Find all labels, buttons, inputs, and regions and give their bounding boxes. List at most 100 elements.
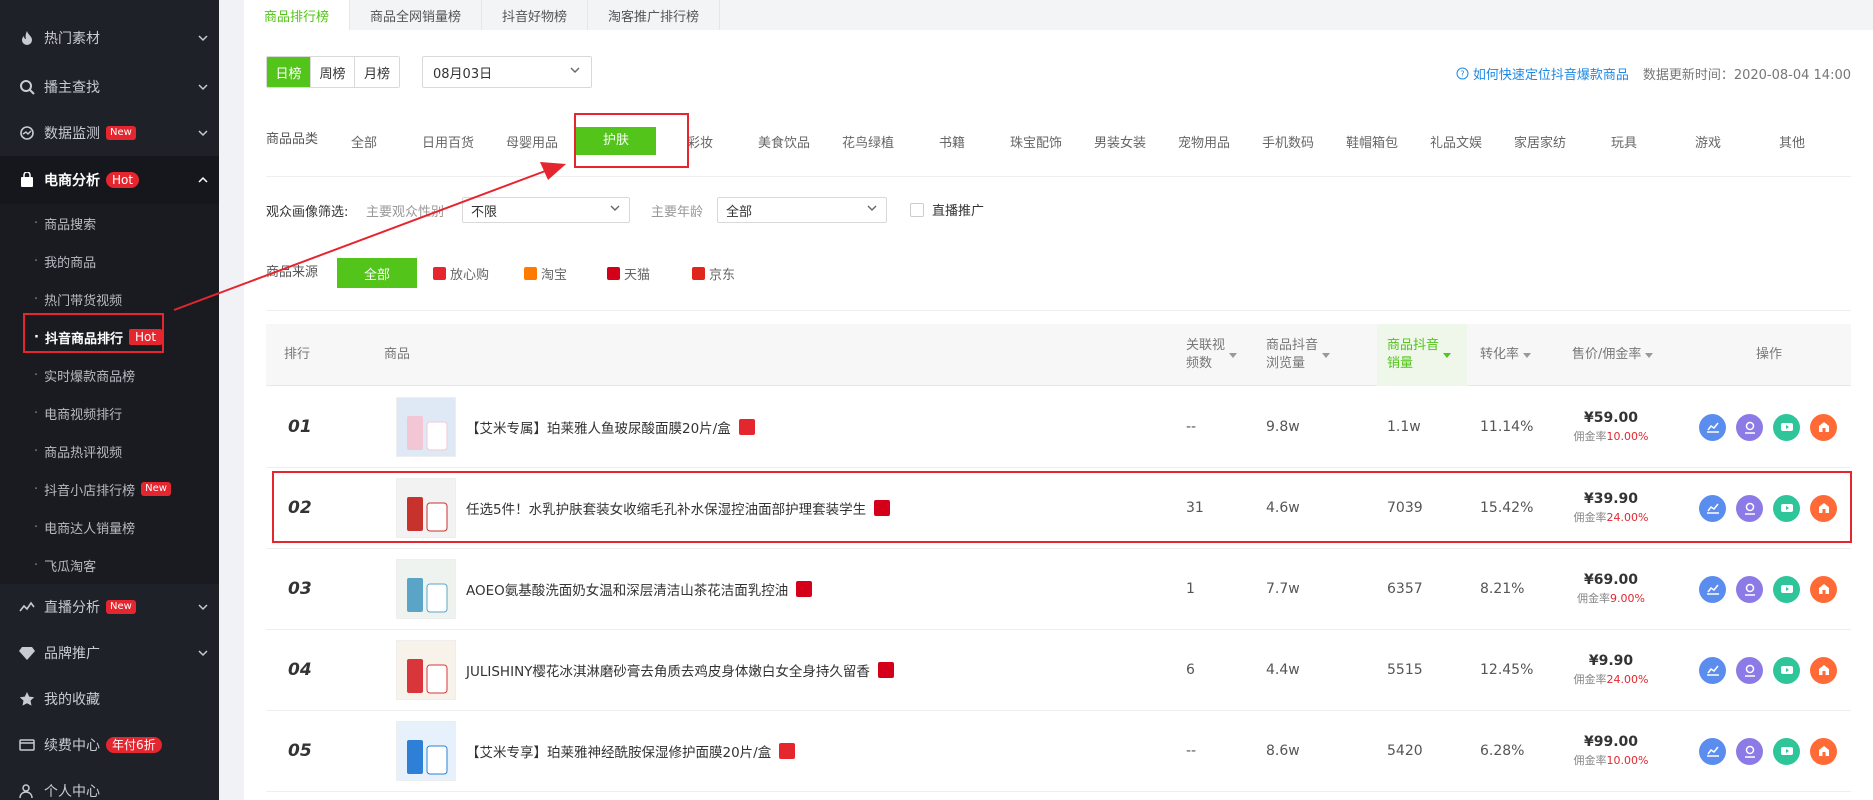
source-taobao[interactable]: 淘宝 (524, 258, 567, 288)
period-daily[interactable]: 日榜 (267, 57, 311, 87)
category-option[interactable]: 彩妆 (658, 132, 742, 151)
tab-product-rank[interactable]: 商品排行榜 (244, 0, 351, 30)
trend-chart-icon[interactable] (1699, 494, 1726, 522)
product-name[interactable]: AOEO氨基酸洗面奶女温和深层清洁山茶花洁面乳控油 (466, 579, 788, 599)
submenu-my-products[interactable]: · 我的商品 (0, 242, 219, 280)
period-monthly[interactable]: 月榜 (355, 57, 399, 87)
sidebar-item-renewal[interactable]: 续费中心 年付6折 (0, 722, 219, 768)
influencer-icon[interactable] (1736, 656, 1763, 684)
live-promo-checkbox[interactable]: 直播推广 (910, 200, 984, 219)
category-option[interactable]: 花鸟绿植 (826, 132, 910, 151)
product-thumbnail[interactable] (396, 397, 456, 457)
category-option[interactable]: 母婴用品 (490, 132, 574, 151)
category-option[interactable]: 男装女装 (1078, 132, 1162, 151)
product-thumbnail[interactable] (396, 559, 456, 619)
shop-detail-icon[interactable] (1810, 737, 1837, 765)
category-option[interactable]: 日用百货 (406, 132, 490, 151)
sidebar-item-brand-promo[interactable]: 品牌推广 (0, 630, 219, 676)
trend-chart-icon[interactable] (1699, 413, 1726, 441)
product-name[interactable]: 【艾米专享】珀莱雅神经酰胺保湿修护面膜20片/盒 (466, 741, 771, 761)
header-videos[interactable]: 关联视 频数 (1186, 324, 1238, 386)
table-row[interactable]: 05 【艾米专享】珀莱雅神经酰胺保湿修护面膜20片/盒 -- 8.6w 5420 6.28… (266, 711, 1851, 792)
category-option[interactable]: 手机数码 (1246, 132, 1330, 151)
trend-chart-icon[interactable] (1699, 575, 1726, 603)
table-row[interactable]: 04 JULISHINY樱花冰淇淋磨砂膏去角质去鸡皮身体嫩白女全身持久留香 6 4.4… (266, 630, 1851, 711)
source-all[interactable]: 全部 (337, 258, 417, 288)
help-link[interactable]: ? 如何快速定位抖音爆款商品 (1456, 64, 1629, 83)
shop-detail-icon[interactable] (1810, 413, 1837, 441)
sidebar-item-label: 播主查找 (44, 80, 100, 96)
gender-select[interactable]: 不限 (462, 197, 630, 223)
tab-taoke-rank[interactable]: 淘客推广排行榜 (588, 0, 721, 30)
shop-detail-icon[interactable] (1810, 494, 1837, 522)
submenu-product-search[interactable]: · 商品搜索 (0, 204, 219, 242)
date-select[interactable]: 08月03日 (422, 56, 592, 88)
table-row[interactable]: 01 【艾米专属】珀莱雅人鱼玻尿酸面膜20片/盒 -- 9.8w 1.1w 11.14% ¥… (266, 387, 1851, 468)
header-price[interactable]: 售价/佣金率 (1572, 324, 1654, 386)
video-icon[interactable] (1773, 737, 1800, 765)
period-weekly[interactable]: 周榜 (311, 57, 355, 87)
influencer-icon[interactable] (1736, 413, 1763, 441)
source-fangxingou[interactable]: 放心购 (433, 258, 489, 288)
category-option[interactable]: 其他 (1750, 132, 1834, 151)
product-thumbnail[interactable] (396, 721, 456, 781)
video-icon[interactable] (1773, 656, 1800, 684)
help-link-label: 如何快速定位抖音爆款商品 (1472, 68, 1629, 83)
header-views[interactable]: 商品抖音 浏览量 (1266, 324, 1331, 386)
tab-network-sales[interactable]: 商品全网销量榜 (350, 0, 483, 30)
submenu-hot-videos[interactable]: · 热门带货视频 (0, 280, 219, 318)
fangxingou-icon (433, 266, 446, 280)
table-row[interactable]: 03 AOEO氨基酸洗面奶女温和深层清洁山茶花洁面乳控油 1 7.7w 6357 8.21… (266, 549, 1851, 630)
category-option[interactable]: 鞋帽箱包 (1330, 132, 1414, 151)
trend-chart-icon[interactable] (1699, 656, 1726, 684)
influencer-icon[interactable] (1736, 494, 1763, 522)
sidebar-item-hot-materials[interactable]: 热门素材 (0, 12, 219, 64)
header-conversion[interactable]: 转化率 (1480, 324, 1532, 386)
table-row[interactable]: 02 任选5件！水乳护肤套装女收缩毛孔补水保湿控油面部护理套装学生 31 4.6w 70… (266, 468, 1851, 549)
category-option[interactable]: 美食饮品 (742, 132, 826, 151)
category-option[interactable]: 全部 (322, 132, 406, 151)
shop-detail-icon[interactable] (1810, 656, 1837, 684)
submenu-douyin-product-rank[interactable]: · 抖音商品排行 Hot (0, 318, 219, 356)
category-option[interactable]: 珠宝配饰 (994, 132, 1078, 151)
sidebar-item-profile[interactable]: 个人中心 (0, 768, 219, 800)
category-option[interactable]: 礼品文娱 (1414, 132, 1498, 151)
submenu-review-videos[interactable]: · 商品热评视频 (0, 432, 219, 470)
header-sales[interactable]: 商品抖音 销量 (1377, 324, 1467, 386)
sidebar-item-favorites[interactable]: 我的收藏 (0, 676, 219, 722)
video-icon[interactable] (1773, 413, 1800, 441)
product-thumbnail[interactable] (396, 478, 456, 538)
tab-douyin-goods[interactable]: 抖音好物榜 (482, 0, 589, 30)
source-jd[interactable]: 京东 (692, 258, 735, 288)
submenu-realtime-hot[interactable]: · 实时爆款商品榜 (0, 356, 219, 394)
category-option[interactable]: 家居家纺 (1498, 132, 1582, 151)
submenu-video-rank[interactable]: · 电商视频排行 (0, 394, 219, 432)
sidebar-item-anchor-search[interactable]: 播主查找 (0, 64, 219, 110)
submenu-influencer-sales[interactable]: · 电商达人销量榜 (0, 508, 219, 546)
sales: 5420 (1387, 743, 1423, 759)
sidebar-item-ecommerce[interactable]: 电商分析 Hot (0, 156, 219, 204)
influencer-icon[interactable] (1736, 737, 1763, 765)
trend-chart-icon[interactable] (1699, 737, 1726, 765)
submenu-shop-rank[interactable]: · 抖音小店排行榜 New (0, 470, 219, 508)
category-list: 全部 日用百货 母婴用品 护肤 彩妆 美食饮品 花鸟绿植 书籍 珠宝配饰 男装女装 宠物用品 手机数码… (322, 126, 1834, 156)
update-time: 数据更新时间：2020-08-04 14:00 (1642, 68, 1851, 83)
video-icon[interactable] (1773, 575, 1800, 603)
product-name[interactable]: 【艾米专属】珀莱雅人鱼玻尿酸面膜20片/盒 (466, 417, 731, 437)
influencer-icon[interactable] (1736, 575, 1763, 603)
product-thumbnail[interactable] (396, 640, 456, 700)
age-select[interactable]: 全部 (717, 197, 887, 223)
sidebar-item-live-analysis[interactable]: 直播分析 New (0, 584, 219, 630)
category-option[interactable]: 护肤 (576, 127, 656, 155)
category-option[interactable]: 玩具 (1582, 132, 1666, 151)
video-icon[interactable] (1773, 494, 1800, 522)
shop-detail-icon[interactable] (1810, 575, 1837, 603)
product-name[interactable]: 任选5件！水乳护肤套装女收缩毛孔补水保湿控油面部护理套装学生 (466, 498, 866, 518)
submenu-feigua-taoke[interactable]: · 飞瓜淘客 (0, 546, 219, 584)
product-name[interactable]: JULISHINY樱花冰淇淋磨砂膏去角质去鸡皮身体嫩白女全身持久留香 (466, 660, 870, 680)
sidebar-item-data-monitor[interactable]: 数据监测 New (0, 110, 219, 156)
category-option[interactable]: 书籍 (910, 132, 994, 151)
category-option[interactable]: 游戏 (1666, 132, 1750, 151)
category-option[interactable]: 宠物用品 (1162, 132, 1246, 151)
source-tmall[interactable]: 天猫 (607, 258, 650, 288)
